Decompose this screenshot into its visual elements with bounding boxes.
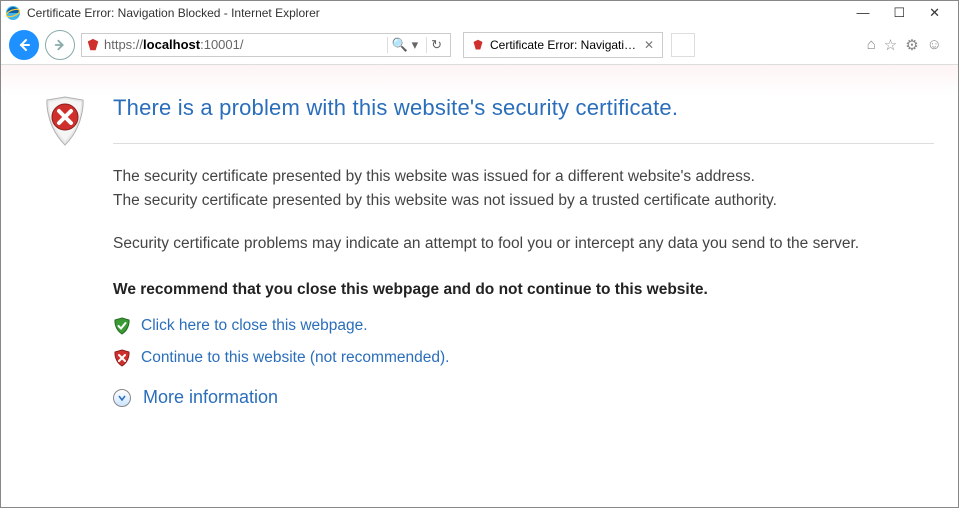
site-favicon-icon	[86, 38, 100, 52]
forward-button[interactable]	[45, 30, 75, 60]
ie-logo-icon	[5, 5, 21, 21]
close-window-button[interactable]: ✕	[929, 5, 940, 21]
feedback-smiley-icon[interactable]: ☺	[927, 36, 942, 53]
back-button[interactable]	[9, 30, 39, 60]
tab-close-button[interactable]: ✕	[644, 38, 654, 52]
nav-bar: https://localhost:10001/ 🔍 ▾ ↻ Certifica…	[1, 25, 958, 65]
tab-label: Certificate Error: Navigation...	[490, 38, 638, 52]
window-title: Certificate Error: Navigation Blocked - …	[27, 6, 856, 20]
tab-favicon-icon	[472, 39, 484, 51]
close-webpage-link[interactable]: Click here to close this webpage.	[141, 317, 368, 335]
url-text: https://localhost:10001/	[104, 37, 383, 52]
cert-error-headline: There is a problem with this website's s…	[113, 95, 934, 121]
red-x-shield-icon	[113, 349, 131, 367]
green-check-shield-icon	[113, 317, 131, 335]
title-bar: Certificate Error: Navigation Blocked - …	[1, 1, 958, 25]
page-content: There is a problem with this website's s…	[1, 65, 958, 507]
more-info-row: More information	[113, 387, 934, 408]
search-dropdown-button[interactable]: 🔍 ▾	[387, 37, 422, 53]
refresh-button[interactable]: ↻	[426, 37, 446, 53]
favorites-icon[interactable]: ☆	[884, 36, 897, 54]
close-page-row: Click here to close this webpage.	[113, 317, 934, 335]
arrow-right-icon	[53, 38, 67, 52]
continue-anyway-link[interactable]: Continue to this website (not recommende…	[141, 349, 449, 367]
new-tab-button[interactable]	[671, 33, 695, 57]
cert-recommendation: We recommend that you close this webpage…	[113, 281, 934, 299]
minimize-button[interactable]: —	[856, 5, 869, 21]
maximize-button[interactable]: ☐	[893, 5, 905, 21]
home-icon[interactable]: ⌂	[867, 36, 876, 53]
tools-gear-icon[interactable]: ⚙	[905, 36, 918, 54]
security-shield-error-icon	[41, 95, 89, 149]
more-information-link[interactable]: More information	[143, 387, 278, 408]
divider	[113, 143, 934, 144]
browser-tab[interactable]: Certificate Error: Navigation... ✕	[463, 32, 663, 58]
continue-row: Continue to this website (not recommende…	[113, 349, 934, 367]
address-bar[interactable]: https://localhost:10001/ 🔍 ▾ ↻	[81, 33, 451, 57]
cert-detail-line: Security certificate problems may indica…	[113, 233, 934, 255]
toolbar-right: ⌂ ☆ ⚙ ☺	[867, 36, 950, 54]
chevron-down-icon	[117, 393, 127, 403]
window-controls: — ☐ ✕	[856, 5, 954, 21]
cert-detail-line: The security certificate presented by th…	[113, 190, 934, 212]
arrow-left-icon	[16, 37, 32, 53]
cert-detail-line: The security certificate presented by th…	[113, 166, 934, 188]
expand-toggle-button[interactable]	[113, 389, 131, 407]
